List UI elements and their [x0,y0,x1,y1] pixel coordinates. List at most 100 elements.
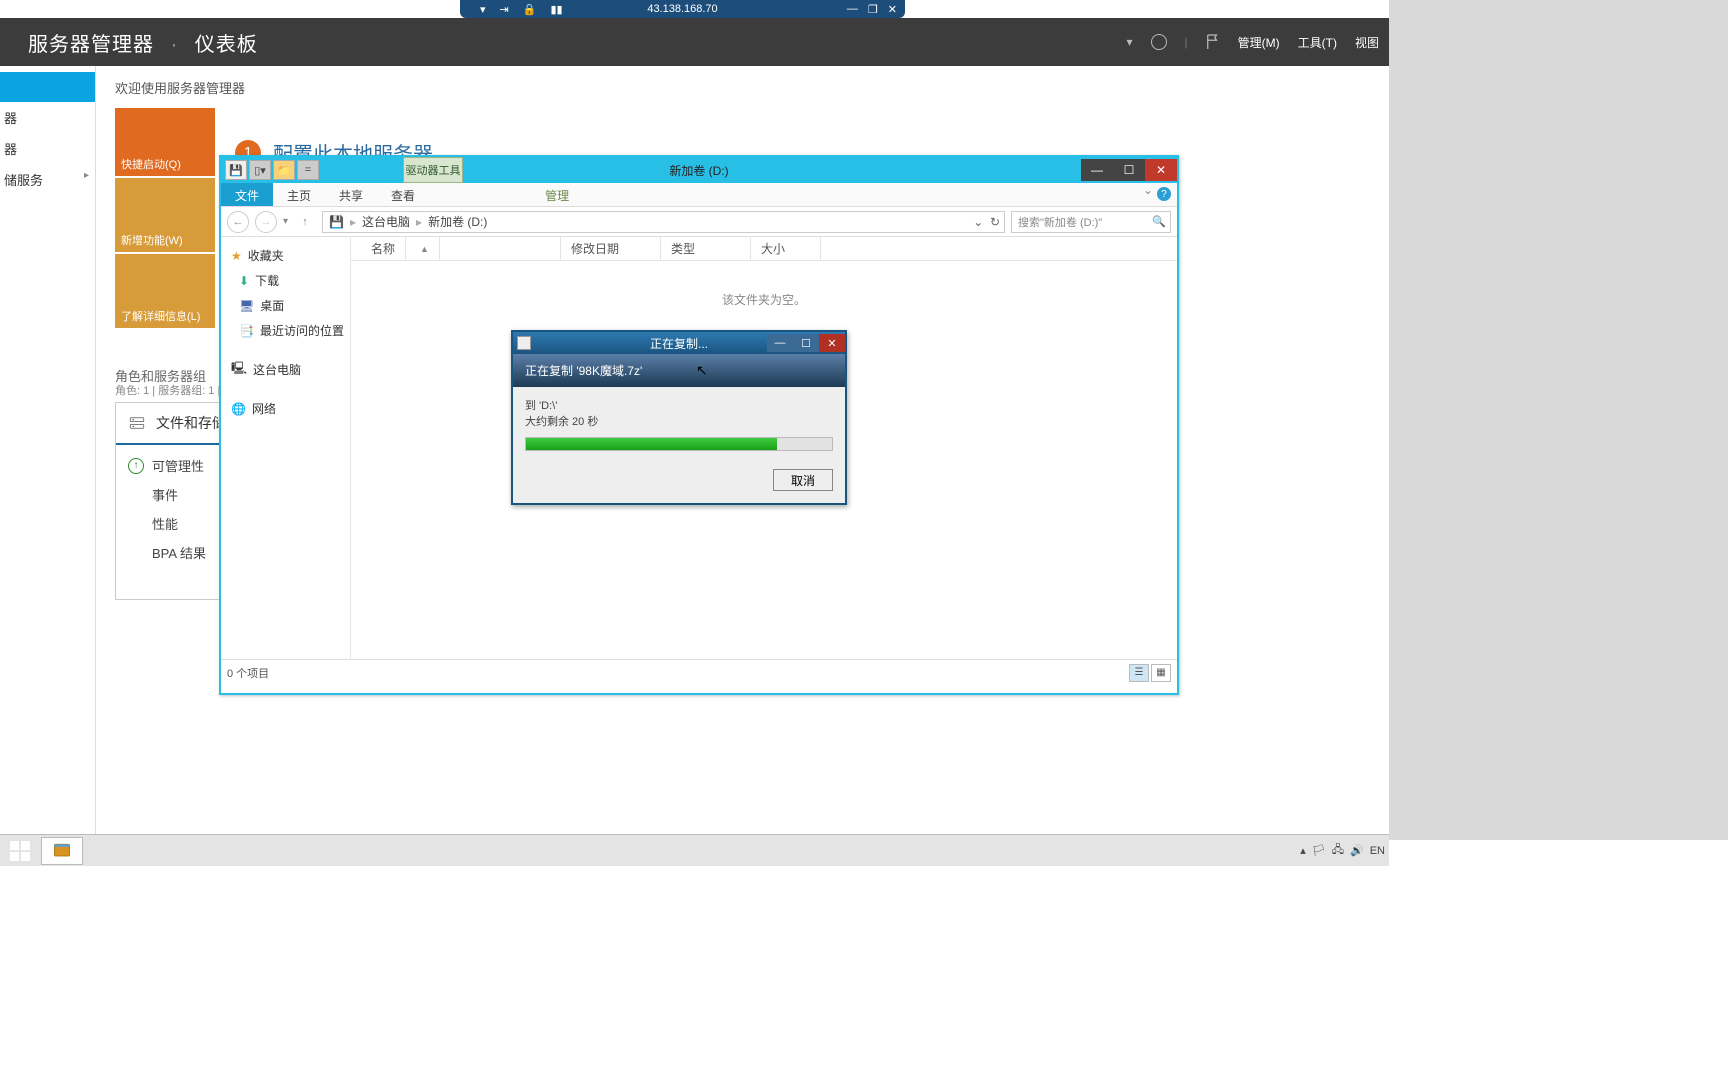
nav-computer[interactable]: 🖳这台电脑 [221,353,350,384]
view-icons-button[interactable]: ▦ [1151,664,1171,682]
close-button[interactable]: ✕ [819,334,845,352]
menu-tools[interactable]: 工具(T) [1298,34,1337,51]
network-icon: 🌐 [231,402,246,416]
up-button[interactable]: ↑ [294,211,316,233]
address-bar-row: ← → ▾ ↑ 💾 ▸ 这台电脑 ▸ 新加卷 (D:) ⌄ ↻ 搜索"新加卷 (… [221,207,1177,237]
minimize-button[interactable]: — [1081,159,1113,181]
nav-label: 下载 [255,272,279,289]
nav-favorites[interactable]: ★ 收藏夹 [221,241,350,268]
ribbon-home[interactable]: 主页 [273,183,325,206]
nav-label: 最近访问的位置 [260,322,344,339]
tray-network-icon[interactable]: 🖧 [1332,841,1344,860]
sidebar-item-dashboard[interactable] [0,72,95,102]
col-name[interactable]: 名称▲ [351,237,561,260]
flag-icon[interactable] [1206,33,1220,51]
row-label: BPA 结果 [152,543,206,562]
signal-icon: ▮▮ [550,3,562,16]
taskbar: ▴ 🏳 🖧 🔊 EN [0,834,1389,866]
window-title: 新加卷 (D:) [669,162,728,179]
app-name: 服务器管理器 [28,34,154,56]
explorer-titlebar[interactable]: 💾 ▯▾ 📁 = 驱动器工具 新加卷 (D:) — ☐ ✕ [221,157,1177,183]
tile-quick-start[interactable]: 快捷启动(Q) [115,108,215,176]
drive-icon[interactable]: 💾 [225,160,247,180]
item-count: 0 个项目 [227,665,269,681]
empty-folder-text: 该文件夹为空。 [351,291,1177,308]
history-dropdown-icon[interactable]: ▾ [283,216,288,227]
server-manager-title: 服务器管理器 · 仪表板 [28,28,258,57]
col-type[interactable]: 类型 [661,237,751,260]
ribbon-share[interactable]: 共享 [325,183,377,206]
rd-window-controls: — ❐ ✕ [847,3,897,16]
server-manager-header: 服务器管理器 · 仪表板 ▾ | 管理(M) 工具(T) 视图 [0,18,1389,66]
path-computer[interactable]: 这台电脑 [362,213,410,230]
chevron-down-icon[interactable]: ▾ [480,3,486,16]
tray-volume-icon[interactable]: 🔊 [1350,844,1364,857]
view-details-button[interactable]: ☰ [1129,664,1149,682]
address-bar[interactable]: 💾 ▸ 这台电脑 ▸ 新加卷 (D:) ⌄ ↻ [322,211,1005,233]
star-icon: ★ [231,249,242,263]
tile-whats-new[interactable]: 新增功能(W) [115,178,215,252]
view-switcher: ☰ ▦ [1129,664,1171,682]
server-manager-sidebar: 器 器 储服务▸ [0,66,96,836]
tile-learn-more[interactable]: 了解详细信息(L) [115,254,215,328]
ribbon: 文件 主页 共享 查看 管理 ⌄ ? [221,183,1177,207]
copy-time-remaining: 大约剩余 20 秒 [525,413,833,429]
col-date[interactable]: 修改日期 [561,237,661,260]
copy-title: 正在复制... [650,335,708,352]
start-button[interactable] [0,835,40,867]
chevron-icon[interactable]: ▾ [1127,35,1133,49]
divider: | [1185,35,1188,49]
col-size[interactable]: 大小 [751,237,821,260]
row-label: 事件 [152,485,178,504]
ribbon-file[interactable]: 文件 [221,183,273,206]
cancel-button[interactable]: 取消 [773,469,833,491]
copy-app-icon [517,336,531,350]
qat-equals-icon[interactable]: = [297,160,319,180]
minimize-button[interactable]: — [767,334,793,352]
header-right: ▾ | 管理(M) 工具(T) 视图 [1127,33,1380,51]
refresh-icon[interactable] [1151,34,1167,50]
nav-desktop[interactable]: 🖥桌面 [221,293,350,318]
taskbar-server-manager[interactable] [41,837,83,865]
menu-manage[interactable]: 管理(M) [1238,34,1280,51]
forward-button[interactable]: → [255,211,277,233]
ribbon-view[interactable]: 查看 [377,183,429,206]
copy-footer: 取消 [513,461,845,503]
copy-titlebar[interactable]: 正在复制... — ☐ ✕ [513,332,845,354]
tile-label: 了解详细信息(L) [121,308,200,324]
tray-flag-icon[interactable]: 🏳 [1312,844,1326,857]
path-dropdown-icon[interactable]: ⌄ ↻ [973,215,1000,229]
nav-label: 收藏夹 [248,247,284,264]
close-button[interactable]: ✕ [1145,159,1177,181]
search-input[interactable]: 搜索"新加卷 (D:)" 🔍 [1011,211,1171,233]
menu-view[interactable]: 视图 [1355,34,1379,51]
search-icon[interactable]: 🔍 [1152,215,1166,228]
nav-downloads[interactable]: ⬇下载 [221,268,350,293]
tray-language[interactable]: EN [1370,845,1385,857]
ribbon-manage[interactable]: 管理 [531,183,583,206]
pin-icon[interactable]: ⇥ [500,3,509,16]
maximize-button[interactable]: ☐ [1113,159,1145,181]
copy-window-controls: — ☐ ✕ [767,334,845,352]
tray-chevron-icon[interactable]: ▴ [1300,844,1306,857]
sidebar-item-all[interactable]: 器 [0,133,95,164]
restore-icon[interactable]: ❐ [868,3,878,16]
sidebar-item-storage[interactable]: 储服务▸ [0,164,95,195]
back-button[interactable]: ← [227,211,249,233]
folder-icon[interactable]: 📁 [273,160,295,180]
sidebar-item-local[interactable]: 器 [0,102,95,133]
qat-menu-icon[interactable]: ▯▾ [249,160,271,180]
maximize-button[interactable]: ☐ [793,334,819,352]
nav-network[interactable]: 🌐网络 [221,394,350,421]
dashboard: 欢迎使用服务器管理器 快捷启动(Q) 新增功能(W) 了解详细信息(L) 1 配… [115,78,1175,117]
ribbon-collapse-icon[interactable]: ⌄ [1143,183,1153,197]
expand-icon[interactable]: ▸ [84,170,89,181]
close-icon[interactable]: ✕ [888,3,897,16]
path-drive[interactable]: 新加卷 (D:) [428,213,487,230]
nav-recent[interactable]: 📑最近访问的位置 [221,318,350,343]
minimize-icon[interactable]: — [847,3,858,16]
roles-group-sub: 角色: 1 | 服务器组: 1 | 服 [115,382,234,398]
help-icon[interactable]: ? [1157,187,1171,201]
copy-body: 到 'D:\' 大约剩余 20 秒 [513,387,845,461]
drive-tools-tab[interactable]: 驱动器工具 [403,157,463,183]
